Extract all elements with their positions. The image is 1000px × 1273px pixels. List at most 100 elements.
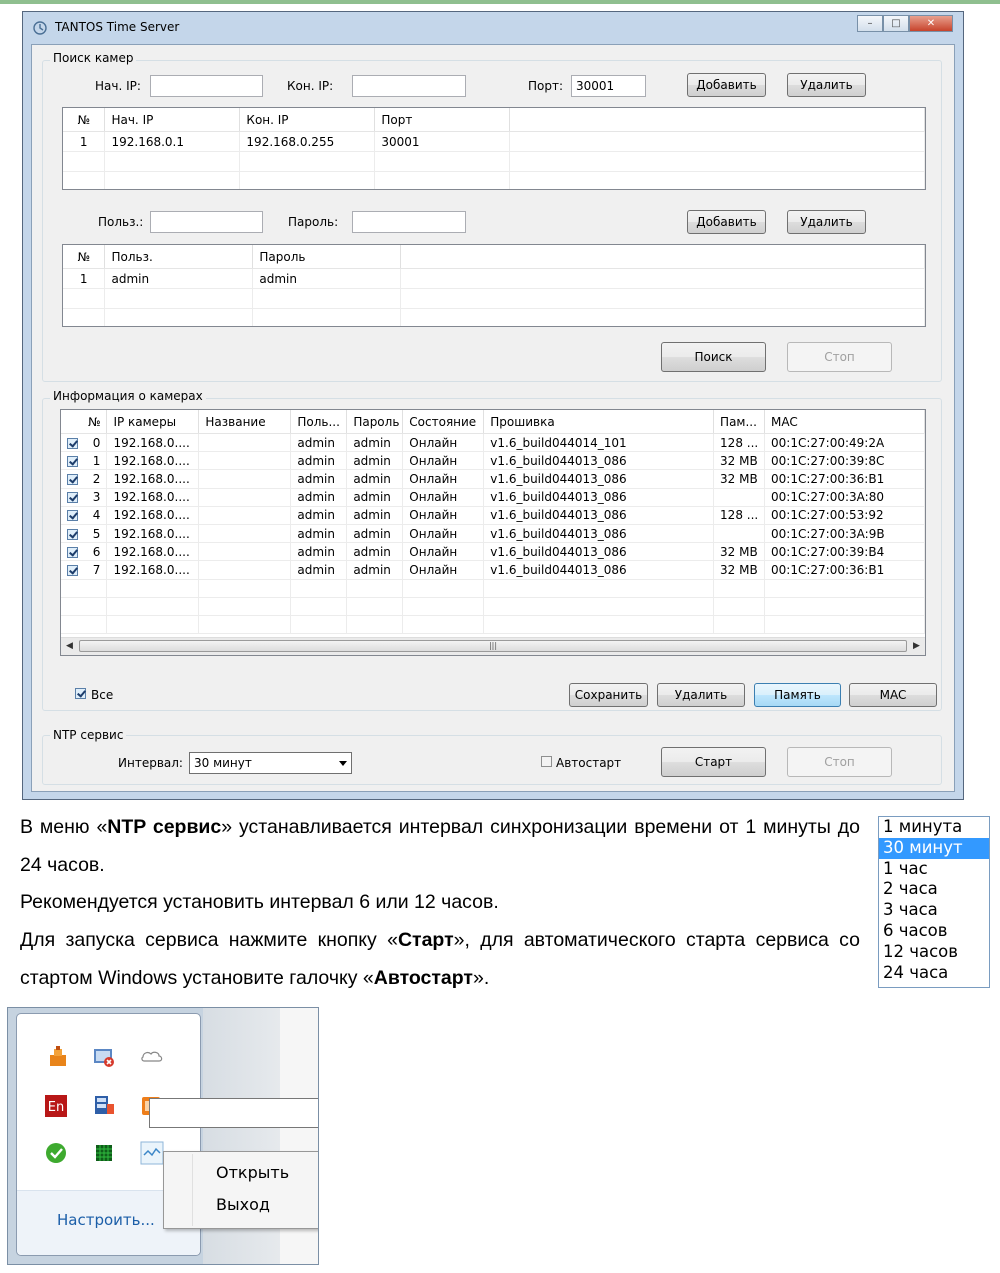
end-ip-input[interactable] [352, 75, 466, 97]
language-en-icon[interactable]: En [44, 1094, 68, 1118]
interval-option[interactable]: 6 часов [879, 921, 989, 942]
col-name[interactable]: Название [198, 410, 292, 434]
col-number[interactable]: № [61, 410, 108, 434]
interval-option[interactable]: 12 часов [879, 942, 989, 963]
menu-item-exit[interactable]: Выход [216, 1195, 270, 1214]
col-status[interactable]: Состояние [402, 410, 485, 434]
interval-option[interactable]: 1 час [879, 859, 989, 880]
cell-name [198, 524, 292, 544]
interval-options-list[interactable]: 1 минута 30 минут 1 час 2 часа 3 часа 6 часов… [878, 816, 990, 988]
add-range-button[interactable]: Добавить [687, 73, 766, 97]
cell-password: admin [346, 506, 404, 525]
col-password[interactable]: Пароль [252, 245, 402, 269]
ntp-stop-button[interactable]: Стоп [787, 747, 892, 777]
col-user[interactable]: Поль... [290, 410, 348, 434]
col-mac[interactable]: MAC [764, 410, 925, 434]
ip-ranges-table[interactable]: № Нач. IP Кон. IP Порт 1 192.168.0.1 192… [62, 107, 926, 190]
minimize-button[interactable]: – [857, 15, 883, 32]
col-port[interactable]: Порт [374, 108, 511, 132]
col-number[interactable]: № [63, 245, 106, 269]
user-input[interactable] [150, 211, 263, 233]
table-row[interactable]: 4 192.168.0.... admin admin Онлайн v1.6_build… [61, 506, 925, 525]
col-password[interactable]: Пароль [346, 410, 404, 434]
table-row[interactable]: 6 192.168.0.... admin admin Онлайн v1.6_build… [61, 542, 925, 562]
port-input[interactable]: 30001 [571, 75, 646, 97]
col-start-ip[interactable]: Нач. IP [104, 108, 241, 132]
col-firmware[interactable]: Прошивка [483, 410, 715, 434]
table-row[interactable]: 1 admin admin [63, 268, 925, 289]
row-checkbox[interactable] [67, 492, 78, 504]
col-memory[interactable]: Пам... [713, 410, 766, 434]
time-server-icon[interactable] [140, 1141, 164, 1165]
delete-range-button[interactable]: Удалить [787, 73, 866, 97]
port-label: Порт: [528, 79, 564, 93]
maximize-button[interactable]: □ [883, 15, 909, 32]
delete-camera-button[interactable]: Удалить [657, 683, 745, 707]
table-header-row: № Польз. Пароль [63, 245, 925, 269]
cell-number: 4 [61, 506, 108, 525]
save-button[interactable]: Сохранить [569, 683, 648, 707]
delete-user-button[interactable]: Удалить [787, 210, 866, 234]
table-row[interactable]: 7 192.168.0.... admin admin Онлайн v1.6_build… [61, 560, 925, 580]
green-grid-icon[interactable] [92, 1141, 116, 1165]
green-check-icon[interactable] [44, 1141, 68, 1165]
network-error-icon[interactable] [92, 1045, 116, 1069]
cell-firmware: v1.6_build044013_086 [483, 469, 715, 489]
cell-camera-ip: 192.168.0.... [106, 451, 200, 471]
row-checkbox[interactable] [67, 546, 78, 558]
interval-option[interactable]: 1 минута [879, 817, 989, 838]
users-table[interactable]: № Польз. Пароль 1 admin admin [62, 244, 926, 327]
cell-camera-ip: 192.168.0.... [106, 506, 200, 525]
menu-item-open[interactable]: Открыть [216, 1163, 289, 1182]
row-checkbox[interactable] [67, 564, 78, 576]
tantos-icon[interactable] [46, 1045, 70, 1069]
title-bar[interactable]: TANTOS Time Server – □ ✕ [23, 12, 963, 42]
interval-option[interactable]: 30 минут [879, 837, 989, 859]
cell-number: 1 [63, 131, 106, 152]
scroll-right-icon[interactable]: ▶ [908, 638, 925, 655]
row-checkbox[interactable] [67, 437, 78, 449]
interval-option[interactable]: 2 часа [879, 879, 989, 900]
close-button[interactable]: ✕ [909, 15, 953, 32]
horizontal-scrollbar[interactable]: ◀ ||| ▶ [61, 637, 925, 655]
row-checkbox[interactable] [67, 510, 78, 522]
row-checkbox[interactable] [67, 455, 78, 467]
col-user[interactable]: Польз. [104, 245, 254, 269]
cell-status: Онлайн [402, 433, 485, 453]
search-button[interactable]: Поиск [661, 342, 766, 372]
autostart-checkbox[interactable] [541, 756, 552, 767]
empty-row [63, 308, 925, 326]
col-camera-ip[interactable]: IP камеры [106, 410, 200, 434]
configure-link[interactable]: Настроить... [57, 1211, 155, 1229]
start-ip-input[interactable] [150, 75, 263, 97]
table-row[interactable]: 3 192.168.0.... admin admin Онлайн v1.6_build… [61, 488, 925, 507]
table-row[interactable]: 2 192.168.0.... admin admin Онлайн v1.6_build… [61, 469, 925, 489]
col-number[interactable]: № [63, 108, 106, 132]
interval-select[interactable]: 30 минут [189, 752, 352, 774]
cell-camera-ip: 192.168.0.... [106, 542, 200, 562]
ntp-start-button[interactable]: Старт [661, 747, 766, 777]
table-row[interactable]: 1 192.168.0.1 192.168.0.255 30001 [63, 131, 925, 152]
cell-memory: 32 MB [713, 542, 766, 562]
col-end-ip[interactable]: Кон. IP [239, 108, 376, 132]
interval-option[interactable]: 24 часа [879, 963, 989, 984]
cloud-icon[interactable] [140, 1045, 164, 1069]
add-user-button[interactable]: Добавить [687, 210, 766, 234]
table-row[interactable]: 5 192.168.0.... admin admin Онлайн v1.6_build… [61, 524, 925, 544]
row-checkbox[interactable] [67, 528, 78, 540]
table-row[interactable]: 0 192.168.0.... admin admin Онлайн v1.6_build… [61, 433, 925, 453]
scroll-left-icon[interactable]: ◀ [61, 638, 78, 655]
table-row[interactable]: 1 192.168.0.... admin admin Онлайн v1.6_build… [61, 451, 925, 471]
mac-button[interactable]: MAC [849, 683, 937, 707]
cell-mac: 00:1C:27:00:39:B4 [764, 542, 925, 562]
search-stop-button[interactable]: Стоп [787, 342, 892, 372]
select-all-checkbox[interactable] [75, 688, 86, 699]
interval-option[interactable]: 3 часа [879, 900, 989, 921]
cameras-table[interactable]: № IP камеры Название Поль... Пароль Сост… [60, 409, 926, 656]
scroll-thumb[interactable]: ||| [79, 640, 907, 652]
password-input[interactable] [352, 211, 466, 233]
memory-button[interactable]: Память [754, 683, 841, 707]
row-checkbox[interactable] [67, 473, 78, 485]
display-icon[interactable] [92, 1094, 116, 1118]
cell-memory: 32 MB [713, 451, 766, 471]
